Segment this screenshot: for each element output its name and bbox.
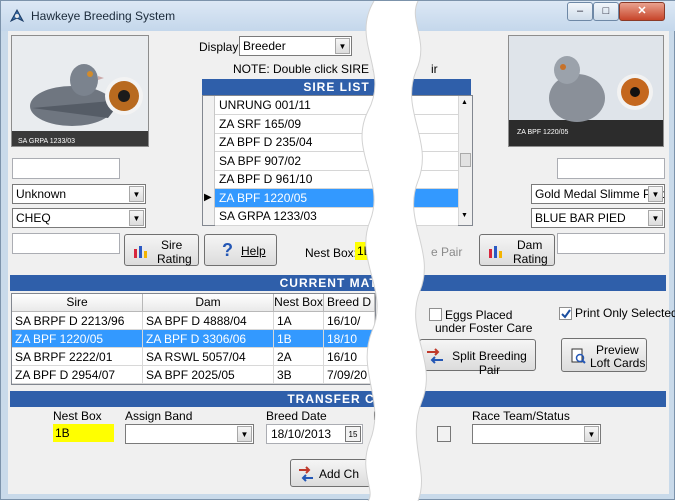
breed-date-label: Breed Date bbox=[266, 409, 327, 423]
pigeon-image: SA GRPA 1233/03 bbox=[12, 36, 148, 146]
table-cell[interactable]: SA RSWL 5057/04 bbox=[143, 348, 274, 366]
dam-status-select[interactable]: Gold Medal Slimme Putte ▼ bbox=[531, 184, 665, 204]
sire-photo: SA GRPA 1233/03 bbox=[11, 35, 149, 147]
assign-band-select[interactable]: ▼ bbox=[125, 424, 254, 444]
transfer-nest-box-field[interactable]: 1B bbox=[53, 424, 114, 442]
sire-status-value: Unknown bbox=[16, 187, 67, 201]
transfer-chicks-header: TRANSFER CHI bbox=[10, 391, 666, 407]
chevron-down-icon[interactable]: ▼ bbox=[648, 186, 663, 202]
table-cell[interactable]: ZA BPF D 2954/07 bbox=[12, 366, 143, 384]
preview-loft-cards-button[interactable]: Preview Loft Cards bbox=[561, 338, 647, 372]
preview-label-2: Loft Cards bbox=[590, 356, 646, 370]
row-selector-column bbox=[203, 96, 215, 225]
sire-photo-caption: SA GRPA 1233/03 bbox=[18, 138, 75, 145]
column-header[interactable]: Dam bbox=[143, 294, 274, 312]
window-title: Hawkeye Breeding System bbox=[31, 9, 176, 23]
add-arrows-icon bbox=[299, 466, 313, 482]
close-button[interactable]: ✕ bbox=[619, 2, 665, 21]
dam-status-value: Gold Medal Slimme Putte bbox=[535, 187, 665, 201]
sire-color-select[interactable]: CHEQ ▼ bbox=[12, 208, 146, 228]
dam-rating-label-2: Rating bbox=[513, 252, 548, 266]
minimize-button[interactable]: – bbox=[567, 2, 593, 21]
table-cell[interactable]: 1A bbox=[274, 312, 324, 330]
dam-rating-label-1: Dam bbox=[517, 238, 543, 252]
add-chick-label: Add Ch bbox=[319, 467, 360, 481]
maximize-button[interactable]: □ bbox=[593, 2, 619, 21]
table-cell[interactable]: ZA BPF D 3306/06 bbox=[143, 330, 274, 348]
assign-band-label: Assign Band bbox=[125, 409, 193, 423]
dam-color-select[interactable]: BLUE BAR PIED ▼ bbox=[531, 208, 665, 228]
display-select-value: Breeder bbox=[243, 39, 286, 53]
scrollbar-thumb[interactable] bbox=[460, 153, 471, 167]
table-cell[interactable]: 3B bbox=[274, 366, 324, 384]
dam-extra-field[interactable] bbox=[557, 233, 665, 254]
race-team-select[interactable]: ▼ bbox=[472, 424, 601, 444]
sire-extra-field[interactable] bbox=[12, 233, 120, 254]
print-preview-icon bbox=[571, 348, 586, 364]
table-cell[interactable]: SA BRPF 2222/01 bbox=[12, 348, 143, 366]
scroll-up-icon[interactable]: ▲ bbox=[461, 99, 468, 106]
rating-chart-icon bbox=[489, 246, 502, 258]
column-header[interactable]: Nest Box bbox=[274, 294, 324, 312]
mated-pairs-table[interactable]: Sire Dam Nest Box Breed D SA BRPF D 2213/96 S… bbox=[11, 293, 376, 385]
table-cell[interactable]: SA BPF D 4888/04 bbox=[143, 312, 274, 330]
table-cell[interactable]: 2A bbox=[274, 348, 324, 366]
rating-chart-icon bbox=[134, 246, 147, 258]
sire-list-scrollbar[interactable]: ▲ ▼ bbox=[458, 96, 472, 225]
preview-label-1: Preview bbox=[596, 343, 639, 357]
check-icon bbox=[561, 309, 571, 319]
sire-color-value: CHEQ bbox=[16, 211, 51, 225]
current-mated-header: CURRENT MATED bbox=[10, 275, 666, 291]
chevron-down-icon[interactable]: ▼ bbox=[584, 426, 599, 442]
current-row-pointer-icon: ▶ bbox=[204, 191, 212, 203]
help-label: Help bbox=[241, 244, 266, 258]
title-bar[interactable]: Hawkeye Breeding System – □ ✕ bbox=[1, 1, 675, 31]
dam-photo-caption: ZA BPF 1220/05 bbox=[517, 129, 568, 136]
scroll-down-icon[interactable]: ▼ bbox=[461, 212, 468, 219]
table-cell[interactable]: 1B bbox=[274, 330, 324, 348]
split-breeding-pair-label: Split Breeding Pair bbox=[452, 349, 527, 377]
sire-info-field[interactable] bbox=[12, 158, 120, 179]
table-cell[interactable]: SA BRPF D 2213/96 bbox=[12, 312, 143, 330]
dam-color-value: BLUE BAR PIED bbox=[535, 211, 626, 225]
dam-photo: ZA BPF 1220/05 bbox=[508, 35, 664, 147]
race-team-label: Race Team/Status bbox=[472, 409, 570, 423]
help-icon: ? bbox=[222, 240, 233, 260]
transfer-nest-box-label: Nest Box bbox=[53, 409, 102, 423]
nest-box-label: Nest Box: bbox=[305, 246, 358, 260]
breed-date-value: 18/10/2013 bbox=[271, 427, 332, 441]
print-only-selected-checkbox[interactable] bbox=[559, 307, 572, 320]
chevron-down-icon[interactable]: ▼ bbox=[335, 38, 350, 54]
torn-edge-overlay bbox=[361, 1, 427, 501]
chevron-down-icon[interactable]: ▼ bbox=[129, 210, 144, 226]
print-only-selected-label: Print Only Selected bbox=[575, 306, 675, 320]
display-label: Display: bbox=[199, 40, 242, 54]
dam-info-field[interactable] bbox=[557, 158, 665, 179]
sire-rating-label-2: Rating bbox=[157, 252, 192, 266]
table-cell[interactable]: ZA BPF 1220/05 bbox=[12, 330, 143, 348]
hawk-app-icon bbox=[9, 8, 25, 23]
chevron-down-icon[interactable]: ▼ bbox=[237, 426, 252, 442]
chevron-down-icon[interactable]: ▼ bbox=[648, 210, 663, 226]
pigeon-image: ZA BPF 1220/05 bbox=[509, 36, 663, 146]
table-cell[interactable]: SA BPF 2025/05 bbox=[143, 366, 274, 384]
help-button[interactable]: ? Help bbox=[204, 234, 277, 266]
sire-rating-button[interactable]: Sire Rating bbox=[124, 234, 199, 266]
sire-rating-label-1: Sire bbox=[161, 238, 183, 252]
app-window: Hawkeye Breeding System – □ ✕ SA GRPA 12… bbox=[0, 0, 675, 501]
chevron-down-icon[interactable]: ▼ bbox=[129, 186, 144, 202]
sire-status-select[interactable]: Unknown ▼ bbox=[12, 184, 146, 204]
display-select[interactable]: Breeder ▼ bbox=[239, 36, 352, 56]
dam-rating-button[interactable]: Dam Rating bbox=[479, 234, 555, 266]
column-header[interactable]: Sire bbox=[12, 294, 143, 312]
